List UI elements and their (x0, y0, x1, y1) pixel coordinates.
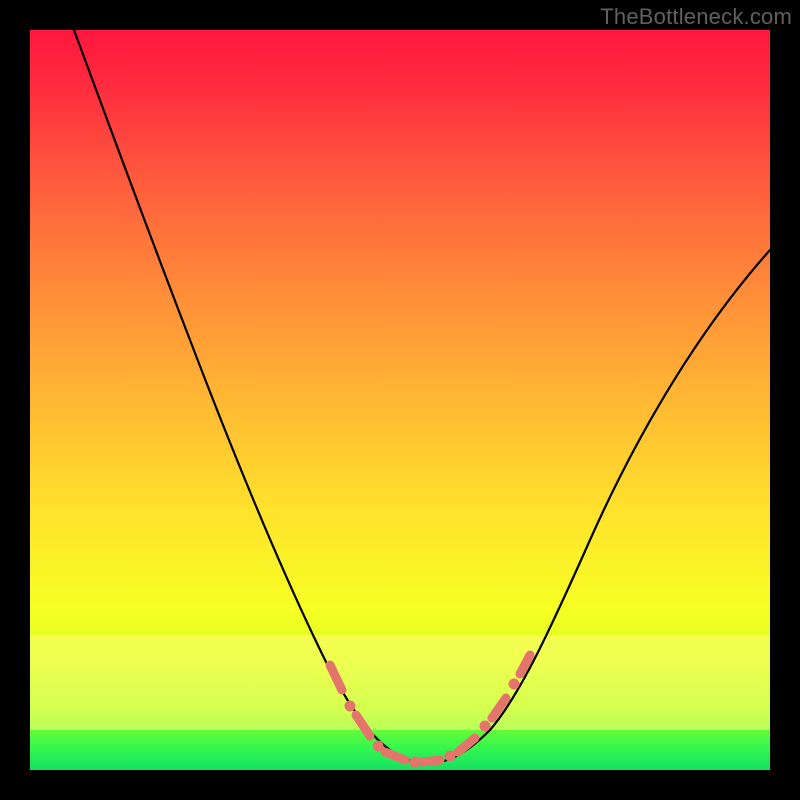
curve-svg (30, 30, 770, 770)
highlight-markers (330, 655, 530, 768)
bottleneck-curve (74, 30, 770, 763)
chart-frame: TheBottleneck.com (0, 0, 800, 800)
watermark-text: TheBottleneck.com (600, 4, 792, 30)
plot-area (30, 30, 770, 770)
